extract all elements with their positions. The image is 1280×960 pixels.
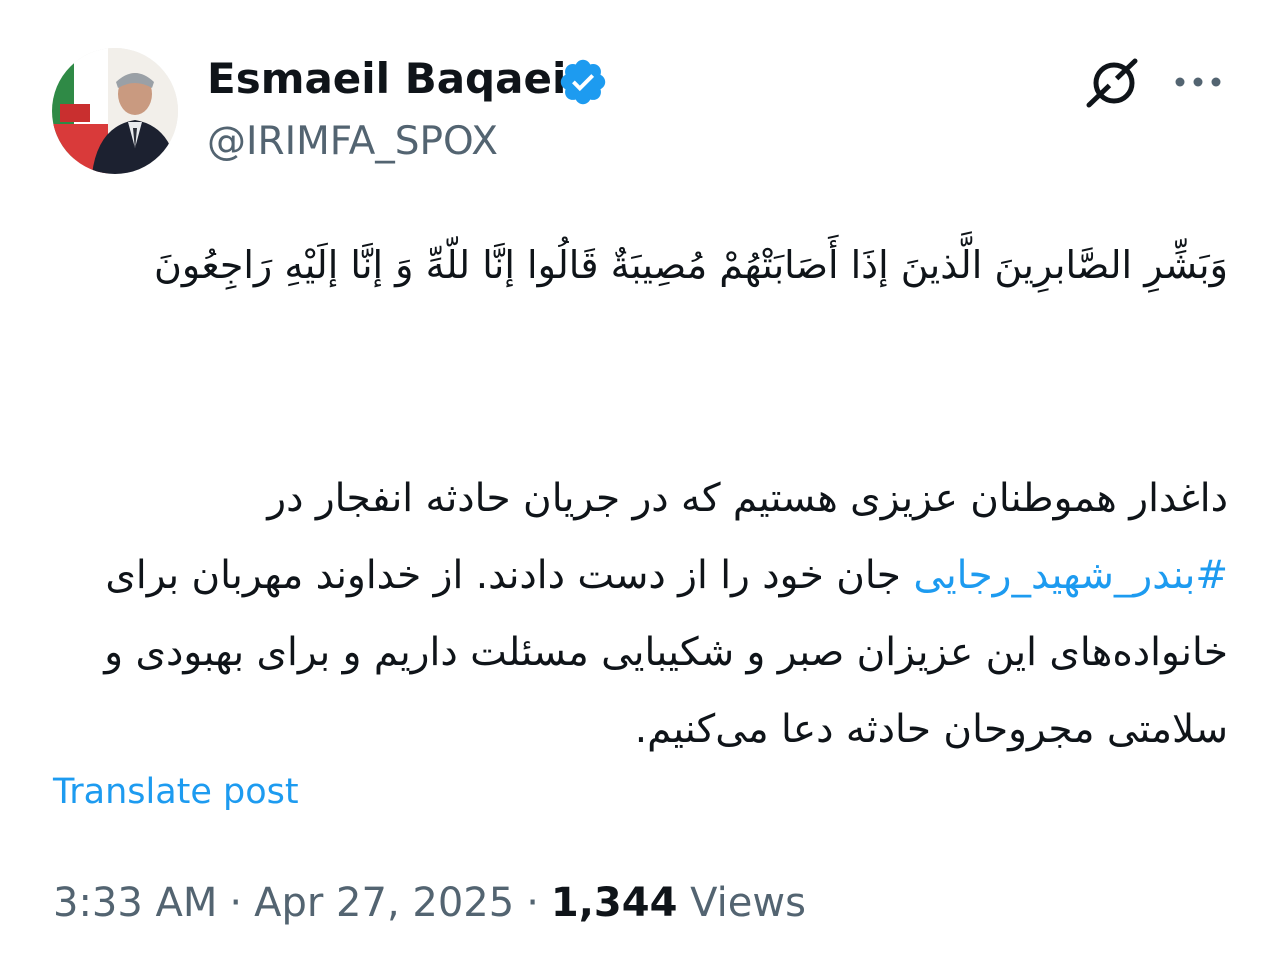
post-date[interactable]: Apr 27, 2025	[254, 880, 514, 926]
more-options-icon[interactable]	[1170, 64, 1226, 100]
post-verse-text: وَبَشِّرِ الصَّابرِينَ الَّذينَ إذَا أَص…	[153, 243, 1228, 287]
message-part-1: داغدار هموطنان عزیزی هستیم که در جریان ح…	[267, 476, 1228, 521]
translate-post-link[interactable]: Translate post	[53, 768, 299, 816]
meta-separator: ·	[229, 880, 243, 926]
views-count: 1,344	[550, 880, 678, 926]
views-label: Views	[690, 880, 806, 926]
avatar[interactable]	[52, 48, 178, 174]
verified-badge-icon	[560, 59, 606, 105]
meta-separator-2: ·	[526, 880, 539, 926]
avatar-image	[52, 48, 178, 174]
author-display-name[interactable]: Esmaeil Baqaei	[207, 52, 566, 106]
tweet-card: Esmaeil Baqaei @IRIMFA_SPOX وَبَشِّرِ ال…	[0, 0, 1280, 960]
post-meta: 3:33 AM · Apr 27, 2025 · 1,344 Views	[53, 876, 806, 930]
hashtag-link[interactable]: #بندر_شهید_رجایی	[913, 553, 1228, 598]
post-message-text: داغدار هموطنان عزیزی هستیم که در جریان ح…	[60, 460, 1228, 768]
grok-icon[interactable]	[1083, 55, 1143, 111]
post-time[interactable]: 3:33 AM	[53, 880, 217, 926]
author-handle[interactable]: @IRIMFA_SPOX	[207, 117, 498, 167]
